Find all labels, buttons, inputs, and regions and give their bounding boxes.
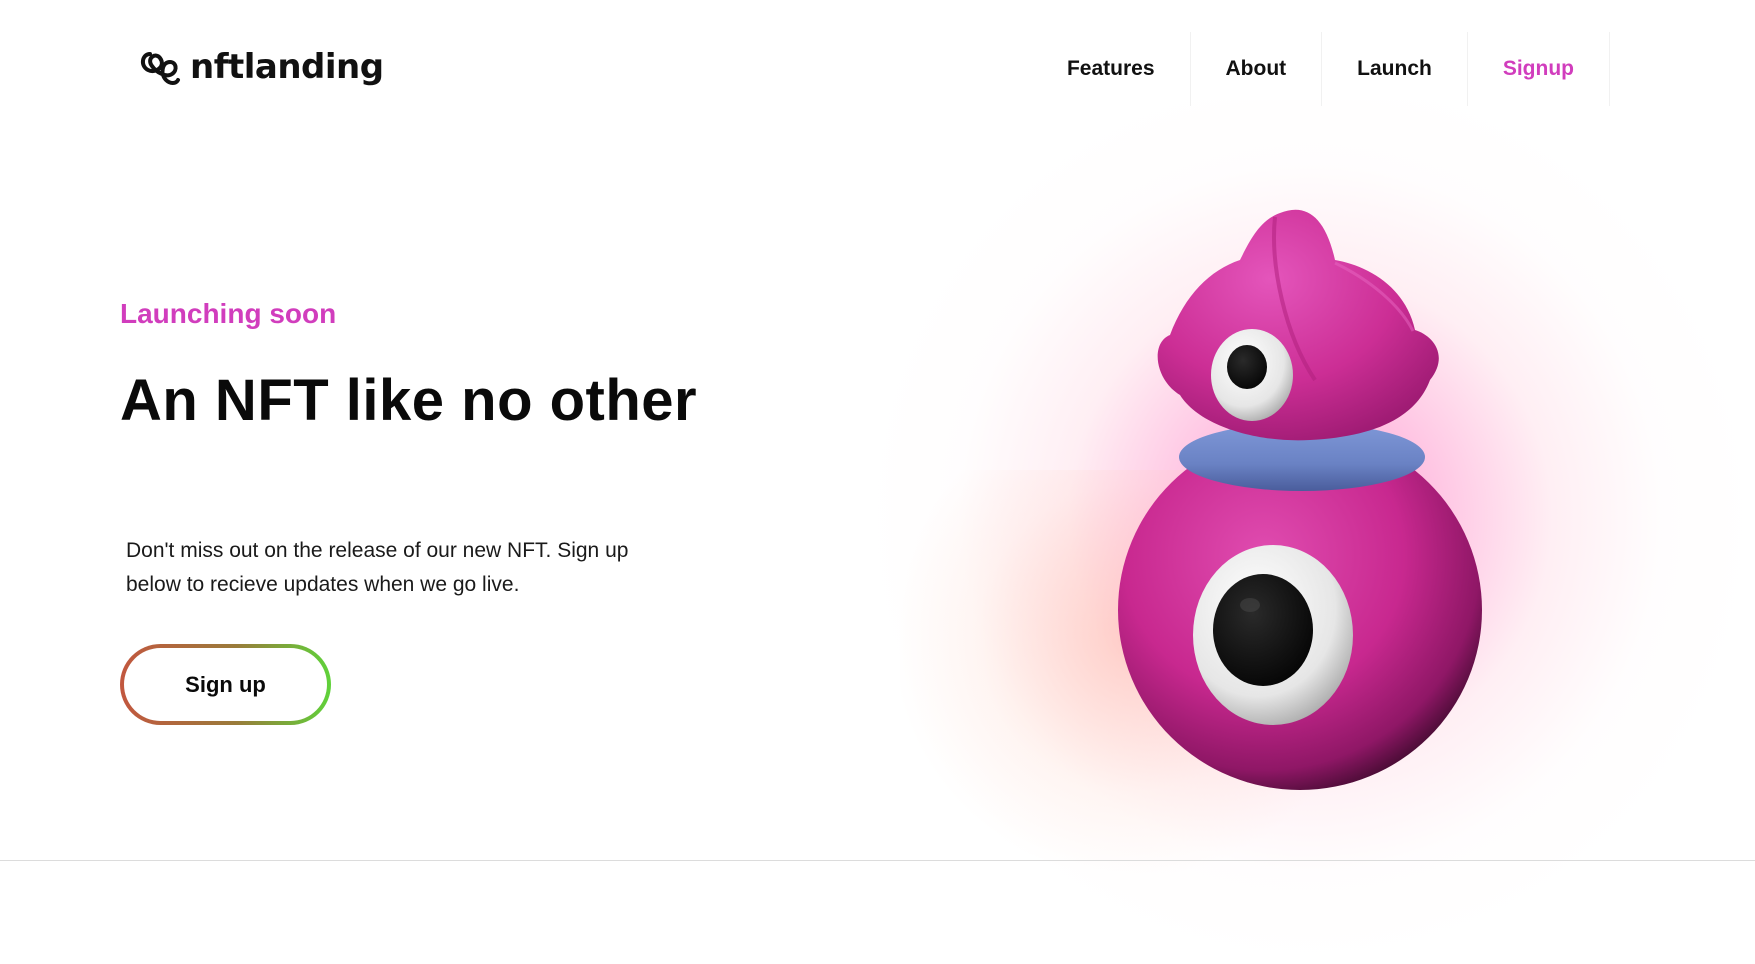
signup-button-label: Sign up	[124, 648, 327, 721]
nav-item-features[interactable]: Features	[1047, 32, 1191, 106]
signup-button[interactable]: Sign up	[120, 644, 331, 725]
nav-item-launch[interactable]: Launch	[1322, 32, 1468, 106]
nav-item-about[interactable]: About	[1191, 32, 1323, 106]
nav-item-signup[interactable]: Signup	[1468, 32, 1610, 106]
brand-logo[interactable]: nftlanding	[136, 42, 384, 92]
site-header: nftlanding Features About Launch Signup	[0, 0, 1755, 110]
brand-name: nftlanding	[190, 47, 384, 87]
pink-cyclops-creature-illustration	[1118, 209, 1482, 790]
section-divider	[0, 860, 1755, 861]
spiral-logo-icon	[141, 52, 180, 85]
hero-description: Don't miss out on the release of our new…	[126, 539, 629, 596]
landing-page: nftlanding Features About Launch Signup	[0, 0, 1755, 964]
main-nav: Features About Launch Signup	[1047, 32, 1610, 106]
hero-headline: An NFT like no other	[120, 368, 698, 433]
launch-eyebrow: Launching soon	[120, 298, 337, 329]
